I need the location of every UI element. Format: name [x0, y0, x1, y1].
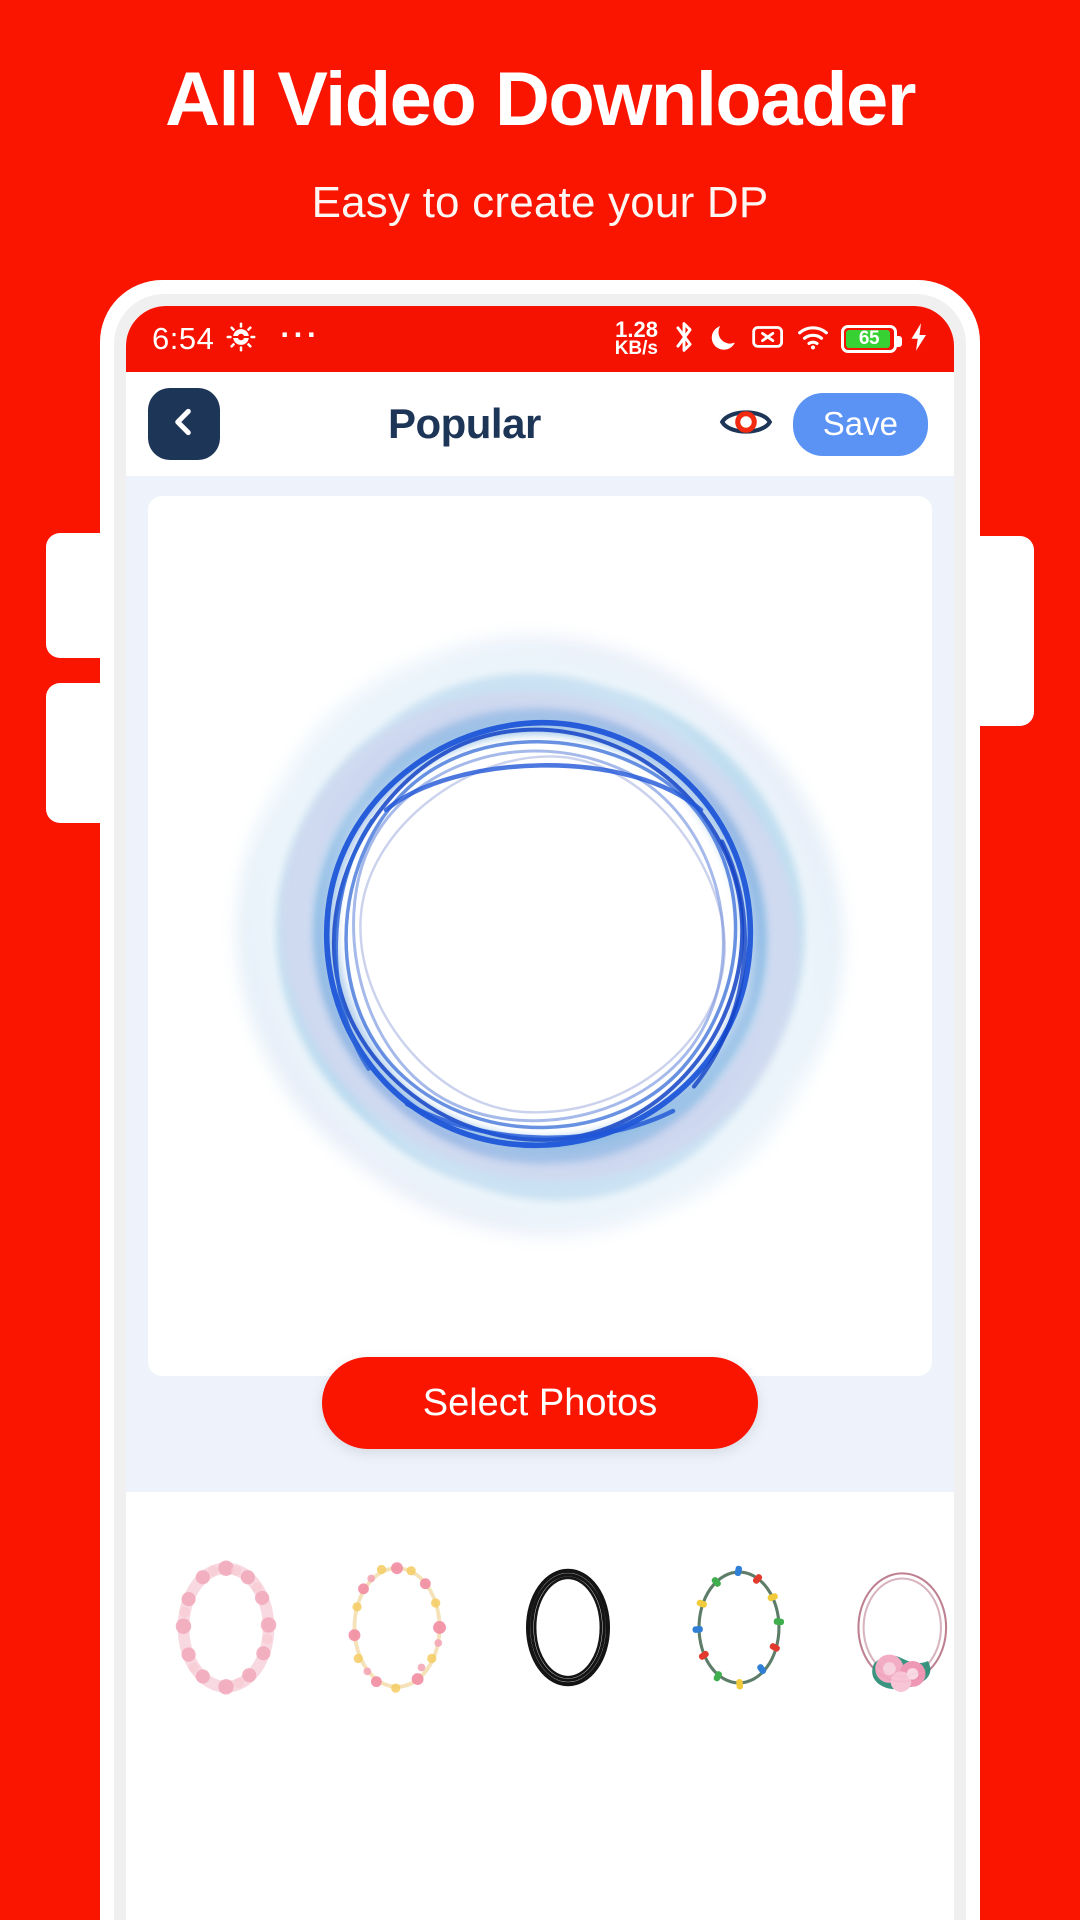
save-button[interactable]: Save	[792, 392, 928, 456]
frame-thumbnail-rose-wreath[interactable]	[832, 1532, 954, 1722]
status-bar-clock: 6:54	[152, 321, 215, 356]
select-photos-button[interactable]: Select Photos	[322, 1357, 758, 1449]
pink-rose-wreath-frame-icon	[856, 1571, 947, 1692]
abstract-blue-wave-ring-frame-icon	[237, 637, 843, 1235]
black-ring-frame-icon	[525, 1568, 610, 1686]
frame-thumbnail-strip[interactable]	[126, 1492, 954, 1920]
gear-icon	[226, 322, 256, 357]
status-bar: 6:54 ··· 1.28 KB/s 65	[126, 306, 954, 372]
wifi-icon	[796, 322, 830, 357]
network-speed-value: 1.28	[615, 316, 658, 342]
eye-icon	[719, 401, 773, 448]
preview-card[interactable]	[148, 496, 932, 1376]
frame-thumbnail-hearts-ring[interactable]	[319, 1532, 474, 1722]
promo-banner: All Video Downloader Easy to create your…	[0, 0, 1080, 1920]
frame-thumbnail-pink-flower-ring[interactable]	[148, 1532, 303, 1722]
no-sim-icon	[751, 322, 785, 357]
phone-mockup: 6:54 ··· 1.28 KB/s 65 Popular Save Selec…	[100, 280, 980, 1920]
phone-volume-down-button[interactable]	[46, 683, 106, 823]
network-speed-indicator: 1.28 KB/s	[614, 316, 658, 360]
preview-artwork	[148, 496, 932, 1376]
preview-toggle-button[interactable]	[719, 401, 773, 448]
phone-volume-up-button[interactable]	[46, 533, 106, 658]
phone-screen: 6:54 ··· 1.28 KB/s 65 Popular Save Selec…	[126, 306, 954, 1920]
promo-subtitle: Easy to create your DP	[311, 178, 769, 227]
bluetooth-icon	[669, 320, 699, 359]
frame-thumbnail-string-lights-ring[interactable]	[661, 1532, 816, 1722]
status-bar-right: 1.28 KB/s 65	[614, 316, 930, 360]
battery-icon: 65	[841, 325, 902, 353]
phone-power-button[interactable]	[974, 536, 1034, 726]
pink-flower-ring-frame-icon	[175, 1559, 276, 1695]
chevron-left-icon	[167, 405, 201, 444]
frame-thumbnail-black-ring[interactable]	[490, 1532, 645, 1722]
status-bar-left: 6:54 ···	[152, 316, 321, 357]
charging-bolt-icon	[908, 322, 930, 357]
network-speed-unit: KB/s	[614, 338, 658, 360]
page-title: Popular	[387, 400, 541, 447]
do-not-disturb-moon-icon	[710, 321, 740, 358]
app-bar: Popular Save	[126, 372, 954, 476]
status-bar-overflow-dots: ···	[280, 316, 321, 352]
promo-title: All Video Downloader	[165, 57, 916, 142]
colored-string-lights-ring-frame-icon	[692, 1565, 784, 1689]
pink-yellow-hearts-ring-frame-icon	[348, 1561, 446, 1693]
battery-level: 65	[858, 328, 880, 349]
